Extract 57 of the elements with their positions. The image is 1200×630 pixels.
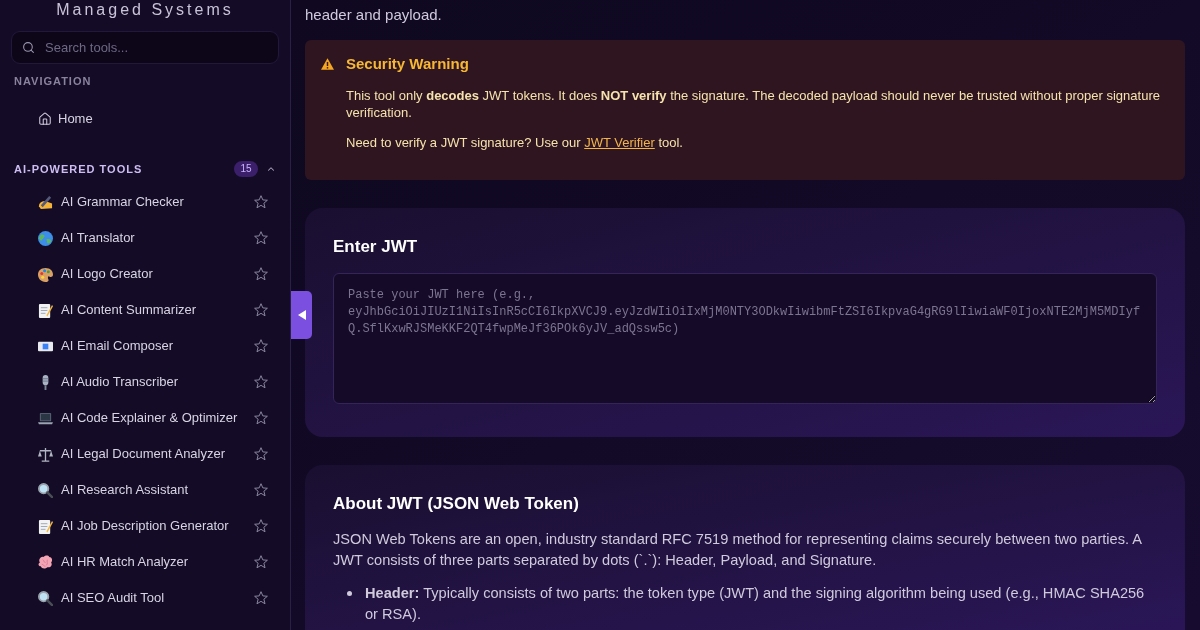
star-icon[interactable] [254,591,268,605]
triangle-left-icon [297,310,306,320]
star-icon[interactable] [254,519,268,533]
brand-title: Managed Systems [56,0,234,20]
sidebar-item[interactable]: AI Legal Document Analyzer [20,436,274,472]
search-icon [22,41,35,54]
sidebar-item[interactable]: AI Translator [20,220,274,256]
sidebar-item[interactable]: Home [20,101,270,137]
globe-icon [38,230,53,246]
sidebar-item[interactable]: AI SEO Audit Tool [20,580,274,616]
bullet-icon [347,591,352,596]
scales-icon [38,446,53,462]
sidebar-item[interactable]: AI Content Summarizer [20,292,274,328]
star-icon[interactable] [254,555,268,569]
warning-icon [321,58,334,70]
star-icon[interactable] [254,411,268,425]
palette-icon [38,266,53,282]
magnifier-icon [38,590,53,606]
star-icon[interactable] [254,267,268,281]
sidebar-item[interactable]: AI Audio Transcriber [20,364,274,400]
bullet-text: Header: Typically consists of two parts: the token type (JWT) and the signing algorithm being used (e.g., HMAC SHA256 or RSA). [365,584,1146,624]
count-badge: 15 [234,161,258,177]
star-icon[interactable] [254,303,268,317]
memo-icon [38,302,53,318]
star-icon[interactable] [254,375,268,389]
section-heading: NAVIGATION [14,74,92,88]
jwt-verifier-link[interactable]: JWT Verifier [584,135,655,150]
warning-text: This tool only decodes JWT tokens. It does NOT verify the signature. The decoded payload should never be trusted without proper signature verification. [346,87,1161,121]
chevron-up-icon[interactable] [266,164,276,174]
sidebar-item[interactable]: AI HR Match Analyzer [20,544,274,580]
laptop-icon [38,410,53,426]
star-icon[interactable] [254,195,268,209]
sidebar-item[interactable]: AI Email Composer [20,328,274,364]
star-icon[interactable] [254,339,268,353]
search-field[interactable]: Search tools... [11,31,279,64]
home-icon [38,112,52,126]
card-heading: Enter JWT [333,236,419,258]
sidebar-item[interactable]: AI Job Description Generator [20,508,274,544]
verify-hint-text: Need to verify a JWT signature? Use our JWT Verifier tool. [346,134,684,151]
intro-text: header and payload. [305,5,442,25]
sidebar-item[interactable]: AI Code Explainer & Optimizer [20,400,274,436]
warning-title: Security Warning [346,54,469,74]
magnifier-icon [38,482,53,498]
card-heading: About JWT (JSON Web Token) [333,493,580,515]
star-icon[interactable] [254,483,268,497]
section-heading: AI-POWERED TOOLS [14,162,143,176]
brain-icon [38,554,53,570]
jwt-input-field[interactable]: Paste your JWT here (e.g., eyJhbGciOiJIUzI1NiIsInR5cCI6IkpXVCJ9.eyJzdWIiOiIxMjM0NTY3ODkwIiwibmFtZSI6IkpvaG4gRG9lIiwiaWF0IjoxNTE2MjM5MDIyfQ.SflKxwRJSMeKKF2QT4fwpMeJf36POk6yJV_adQssw5c) [333,273,1157,404]
about-paragraph: JSON Web Tokens are an open, industry standard RFC 7519 method for representing claims securely between two parties. A JWT consists of three parts separated by dots (`.`): Header, Payload, and Signature. [333,530,1143,570]
star-icon[interactable] [254,447,268,461]
sidebar-item[interactable]: AI Logo Creator [20,256,274,292]
star-icon[interactable] [254,231,268,245]
sidebar-item[interactable]: AI Grammar Checker [20,184,274,220]
memo-icon [38,518,53,534]
sidebar-toggle-button[interactable] [291,291,312,339]
sidebar-item[interactable]: AI Research Assistant [20,472,274,508]
writing-hand-icon [38,194,53,210]
